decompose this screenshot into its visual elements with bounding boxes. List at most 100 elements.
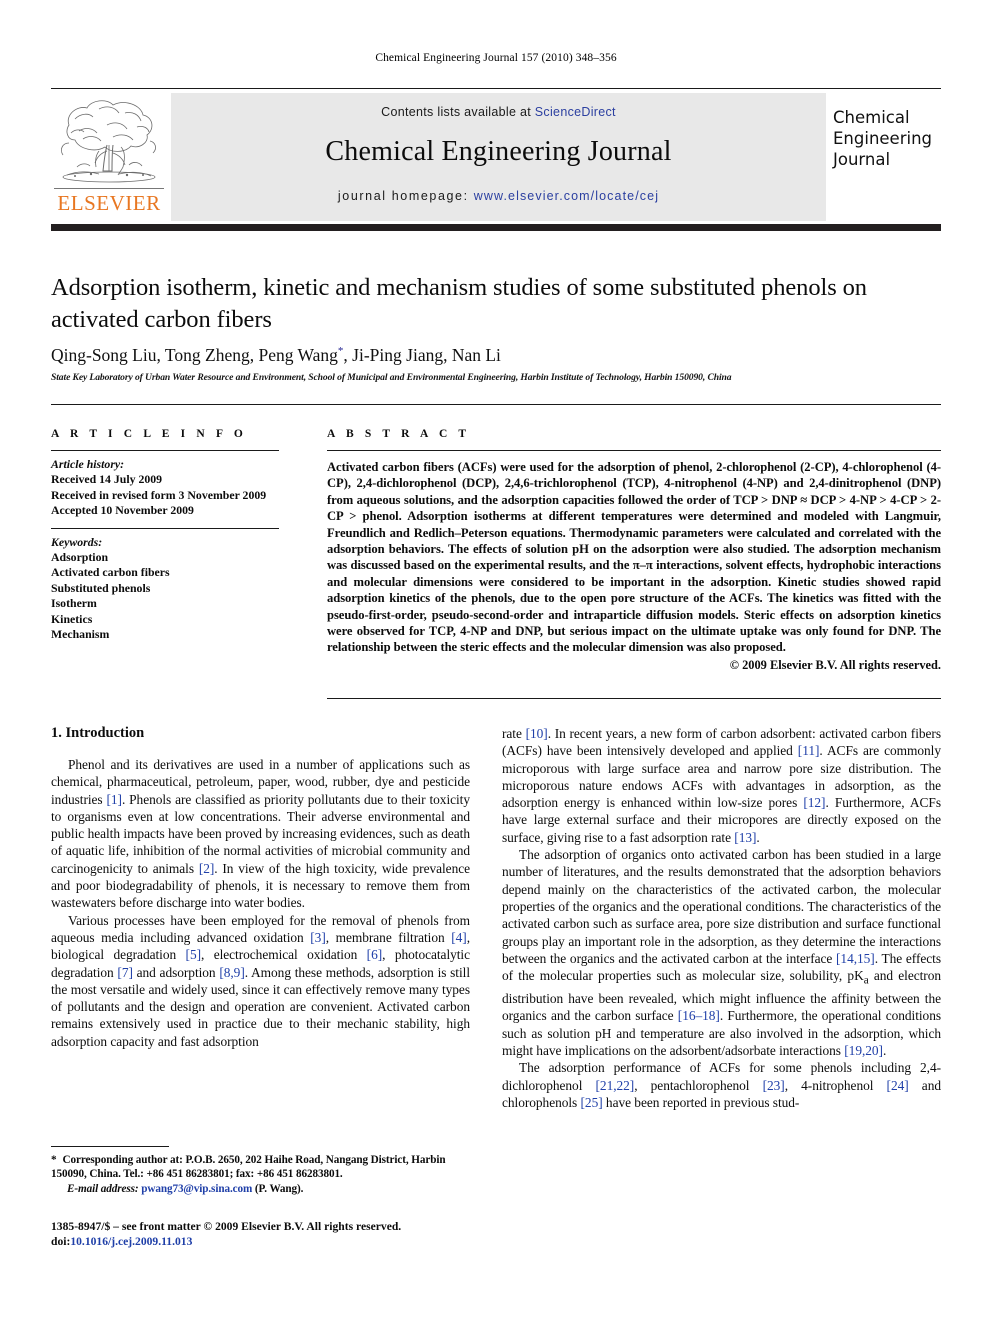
- text-run: , pentachlorophenol: [634, 1077, 763, 1093]
- elsevier-logo: ELSEVIER: [51, 93, 166, 221]
- cover-title-line-3: Journal: [833, 150, 891, 169]
- doi-link[interactable]: 10.1016/j.cej.2009.11.013: [70, 1235, 192, 1248]
- abstract-rule-bottom: [327, 698, 941, 699]
- citation-ref[interactable]: [11]: [798, 743, 820, 758]
- doi-label: doi:: [51, 1235, 71, 1248]
- elsevier-logo-divider: [54, 188, 164, 189]
- keyword-item: Mechanism: [51, 627, 110, 642]
- paragraph: Various processes have been employed for…: [51, 912, 470, 1050]
- corresponding-author-footnote: * Corresponding author at: P.O.B. 2650, 2…: [51, 1153, 476, 1196]
- citation-ref[interactable]: [6]: [367, 947, 383, 962]
- contents-lists-line: Contents lists available at ScienceDirec…: [171, 105, 826, 119]
- citation-ref[interactable]: [3]: [310, 930, 326, 945]
- email-link[interactable]: pwang73@vip.sina.com: [141, 1183, 252, 1195]
- contents-lists-prefix: Contents lists available at: [381, 105, 535, 119]
- citation-ref[interactable]: [19,20]: [844, 1043, 883, 1058]
- citation-ref[interactable]: [1]: [106, 792, 122, 807]
- article-info-column: A R T I C L E I N F O Article history: R…: [51, 428, 279, 642]
- corresponding-author-text: Corresponding author at: P.O.B. 2650, 20…: [51, 1154, 446, 1181]
- abstract-text: Activated carbon fibers (ACFs) were used…: [327, 460, 941, 655]
- keyword-item: Kinetics: [51, 611, 93, 626]
- paragraph: Phenol and its derivatives are used in a…: [51, 756, 470, 912]
- footnote-marker: *: [51, 1154, 57, 1166]
- keyword-item: Activated carbon fibers: [51, 565, 170, 580]
- journal-homepage-line: journal homepage: www.elsevier.com/locat…: [171, 189, 826, 203]
- text-run: , membrane filtration: [325, 929, 452, 945]
- citation-ref[interactable]: [2]: [199, 861, 215, 876]
- section-heading-introduction: 1. Introduction: [51, 725, 145, 741]
- citation-ref[interactable]: [14,15]: [836, 951, 875, 966]
- journal-cover-title: Chemical Engineering Journal: [833, 107, 941, 170]
- journal-article-page: Chemical Engineering Journal 157 (2010) …: [0, 0, 992, 1323]
- masthead-band: Contents lists available at ScienceDirec…: [171, 93, 826, 221]
- paragraph: rate [10]. In recent years, a new form o…: [502, 725, 941, 846]
- cover-title-line-1: Chemical: [833, 108, 910, 127]
- keywords-block: Keywords: Adsorption Activated carbon fi…: [51, 535, 279, 643]
- article-info-heading: A R T I C L E I N F O: [51, 428, 247, 440]
- article-history-revised: Received in revised form 3 November 2009: [51, 487, 267, 502]
- keyword-item: Adsorption: [51, 550, 109, 565]
- journal-title: Chemical Engineering Journal: [325, 136, 672, 167]
- citation-ref[interactable]: [21,22]: [596, 1078, 635, 1093]
- email-line: E-mail address: pwang73@vip.sina.com (P.…: [51, 1182, 476, 1196]
- sciencedirect-link[interactable]: ScienceDirect: [535, 105, 616, 119]
- masthead-top-rule: [51, 88, 941, 89]
- text-run: The adsorption of organics onto activate…: [502, 847, 941, 966]
- text-run: and adsorption: [132, 964, 220, 980]
- corresponding-author-line: * Corresponding author at: P.O.B. 2650, 2…: [51, 1153, 476, 1182]
- article-history-received: Received 14 July 2009: [51, 472, 163, 487]
- citation-ref[interactable]: [8,9]: [219, 965, 244, 980]
- text-run: .: [756, 829, 760, 845]
- text-run: rate: [502, 726, 526, 741]
- abstract-column: A B S T R A C T Activated carbon fibers …: [327, 428, 941, 673]
- article-title: Adsorption isotherm, kinetic and mechani…: [51, 274, 867, 333]
- journal-cover-thumbnail: Chemical Engineering Journal: [829, 93, 941, 221]
- citation-ref[interactable]: [10]: [526, 726, 548, 741]
- article-history-label: Article history:: [51, 457, 125, 471]
- abstract-heading: A B S T R A C T: [327, 428, 471, 440]
- elsevier-tree-icon: [55, 95, 163, 190]
- paragraph: The adsorption of organics onto activate…: [502, 846, 941, 1059]
- body-column-right: rate [10]. In recent years, a new form o…: [502, 725, 941, 1111]
- citation-ref[interactable]: [4]: [451, 930, 467, 945]
- footnote-rule: [51, 1146, 169, 1147]
- keyword-item: Substituted phenols: [51, 580, 151, 595]
- citation-ref[interactable]: [23]: [763, 1078, 785, 1093]
- abstract-copyright: © 2009 Elsevier B.V. All rights reserved…: [729, 657, 941, 672]
- keyword-item: Isotherm: [51, 596, 97, 611]
- masthead-bottom-bar: [51, 224, 941, 231]
- citation-ref[interactable]: [16–18]: [678, 1008, 720, 1023]
- citation-ref[interactable]: [12]: [803, 795, 825, 810]
- article-info-rule-1: [51, 450, 279, 451]
- text-run: .: [882, 1043, 887, 1059]
- paragraph: The adsorption performance of ACFs for s…: [502, 1059, 941, 1111]
- citation-ref[interactable]: [13]: [734, 830, 756, 845]
- citation-ref[interactable]: [24]: [887, 1078, 909, 1093]
- citation-ref[interactable]: [5]: [186, 947, 202, 962]
- journal-homepage-label: journal homepage:: [337, 189, 469, 203]
- cover-title-line-2: Engineering: [833, 129, 932, 148]
- keywords-label: Keywords:: [51, 534, 103, 549]
- abstract-rule-top: [327, 450, 941, 451]
- masthead: ELSEVIER Contents lists available at Sci…: [51, 93, 941, 221]
- citation-ref[interactable]: [7]: [117, 965, 133, 980]
- citation-ref[interactable]: [25]: [581, 1095, 603, 1110]
- body-column-left: 1. Introduction Phenol and its derivativ…: [51, 725, 470, 1050]
- running-head: Chemical Engineering Journal 157 (2010) …: [375, 52, 617, 64]
- text-run: have been reported in previous stud-: [602, 1094, 800, 1110]
- article-info-rule-2: [51, 527, 279, 529]
- author-names-tail: , Ji-Ping Jiang, Nan Li: [343, 345, 501, 365]
- text-run: , electrochemical oxidation: [201, 947, 367, 963]
- author-list: Qing-Song Liu, Tong Zheng, Peng Wang*, J…: [51, 345, 931, 366]
- imprint-block: 1385-8947/$ – see front matter © 2009 El…: [51, 1219, 491, 1249]
- email-owner: (P. Wang).: [254, 1182, 304, 1195]
- author-affiliation: State Key Laboratory of Urban Water Reso…: [51, 372, 732, 383]
- doi-line: doi:10.1016/j.cej.2009.11.013: [51, 1234, 491, 1249]
- article-history-block: Article history: Received 14 July 2009 R…: [51, 457, 279, 519]
- elsevier-wordmark: ELSEVIER: [57, 191, 161, 215]
- text-run: , 4-nitrophenol: [784, 1077, 887, 1093]
- email-label: E-mail address:: [67, 1182, 139, 1195]
- article-history-accepted: Accepted 10 November 2009: [51, 503, 194, 518]
- journal-homepage-link[interactable]: www.elsevier.com/locate/cej: [474, 189, 659, 203]
- author-names: Qing-Song Liu, Tong Zheng, Peng Wang: [51, 345, 338, 365]
